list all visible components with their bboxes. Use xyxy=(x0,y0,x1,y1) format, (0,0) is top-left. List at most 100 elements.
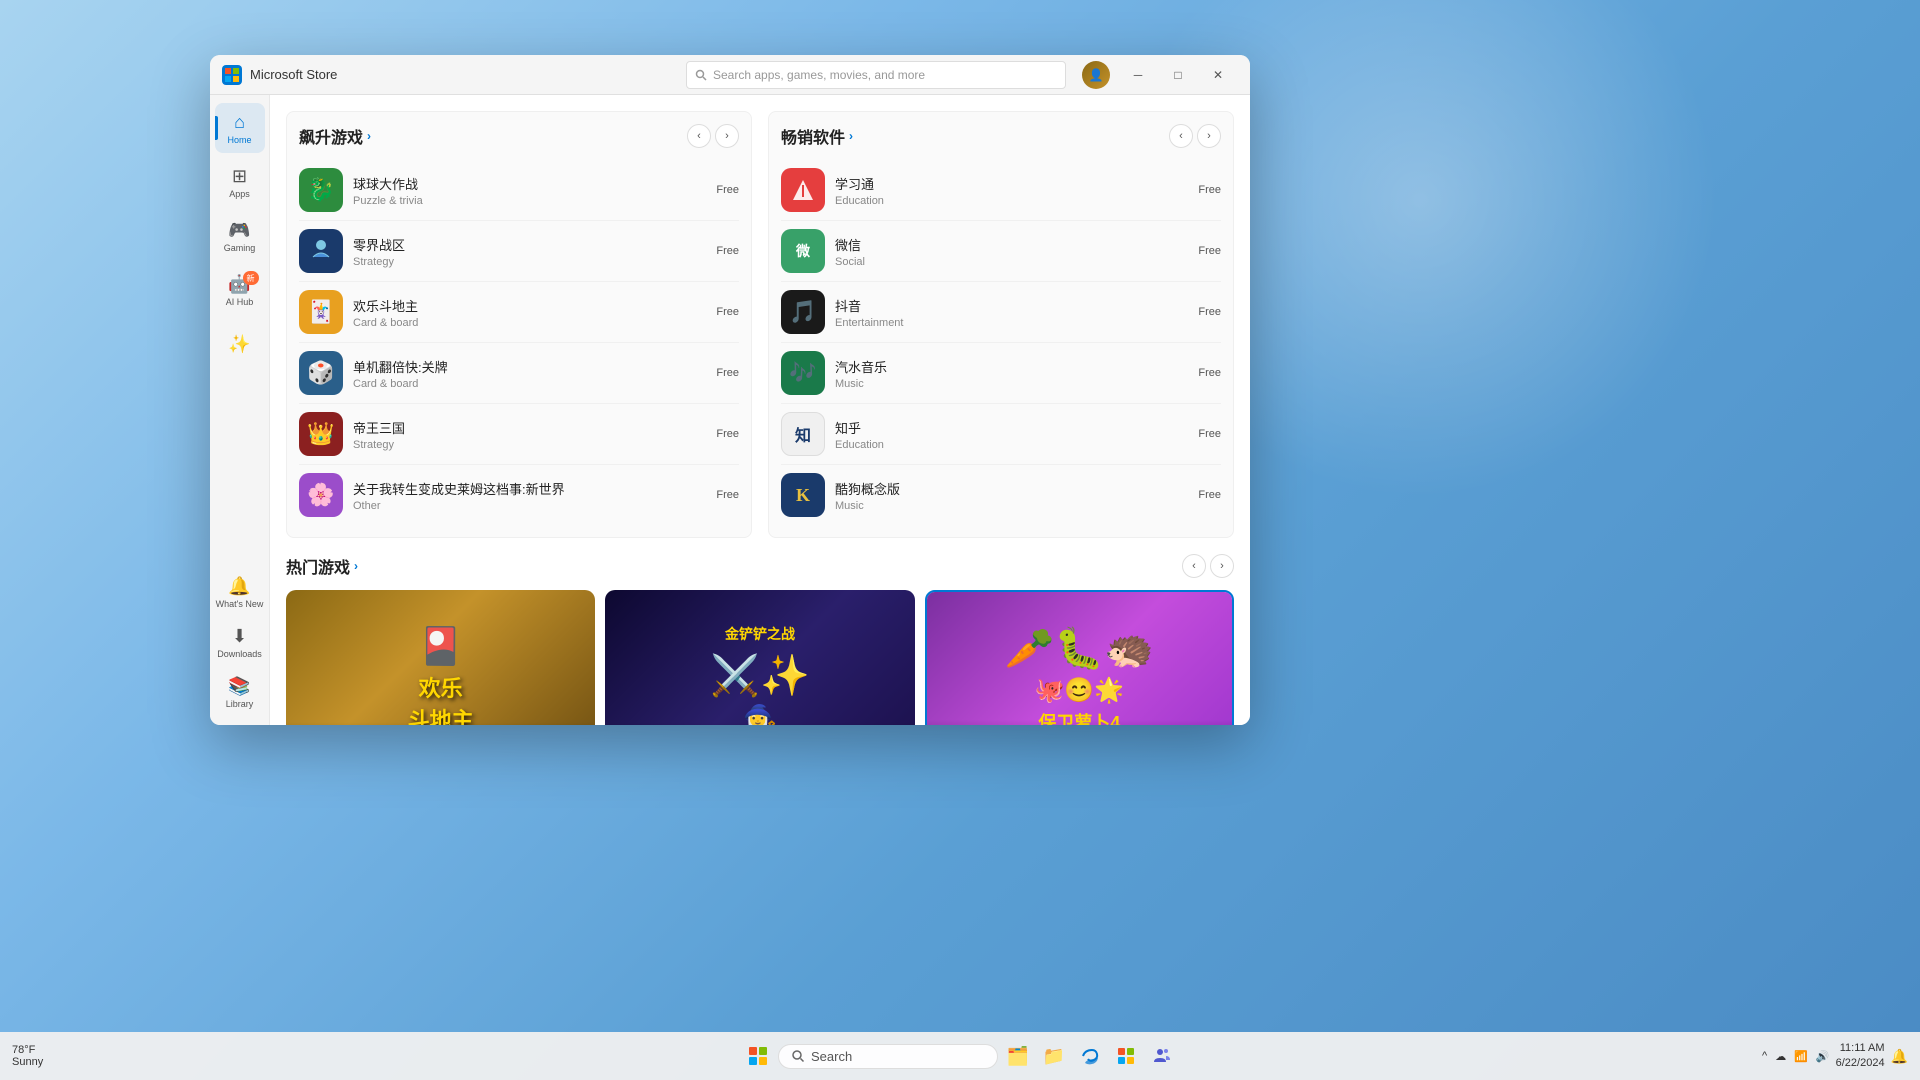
hot-games-next-button[interactable]: › xyxy=(1210,554,1234,578)
store-logo-icon xyxy=(222,65,242,85)
list-item[interactable]: 🎵 抖音 Entertainment Free xyxy=(781,282,1221,343)
close-button[interactable]: ✕ xyxy=(1198,59,1238,91)
svg-text:微: 微 xyxy=(795,243,811,259)
trending-section: 飙升游戏 › ‹ › 🐉 球球大作战 Puzzle & triv xyxy=(286,111,752,538)
list-item[interactable]: 学习通 Education Free xyxy=(781,160,1221,221)
game-card-info: 🥕 保卫萝卜4 Strategy Free xyxy=(927,720,1232,725)
sidebar-item-copilot[interactable]: ✨ xyxy=(215,319,265,369)
start-button[interactable] xyxy=(742,1040,774,1072)
list-item[interactable]: 零界战区 Strategy Free xyxy=(299,221,739,282)
list-item[interactable]: 微 微信 Social Free xyxy=(781,221,1221,282)
clock-date: 6/22/2024 xyxy=(1836,1056,1885,1071)
list-item[interactable]: 🎶 汽水音乐 Music Free xyxy=(781,343,1221,404)
notification-icon[interactable]: 🔔 xyxy=(1891,1048,1908,1065)
app-category: Strategy xyxy=(353,439,706,451)
weather-info: 78°F Sunny xyxy=(12,1044,43,1068)
game-card-1[interactable]: 🎴 欢乐斗地主 🃏 欢乐斗地主 Card & board Free xyxy=(286,590,595,725)
sidebar-aihub-label: AI Hub xyxy=(226,297,254,307)
hot-games-prev-button[interactable]: ‹ xyxy=(1182,554,1206,578)
app-category: Education xyxy=(835,195,1188,207)
minimize-button[interactable]: ─ xyxy=(1118,59,1158,91)
app-icon: 🎶 xyxy=(781,351,825,395)
app-info: 学习通 Education xyxy=(835,174,1188,207)
hot-games-title[interactable]: 热门游戏 › xyxy=(286,554,358,578)
game-card-2[interactable]: 金铲铲之战 ⚔️✨ 🧙‍♀️ ⚔ 金铲铲之战 Strategy Free xyxy=(605,590,914,725)
app-category: Other xyxy=(353,500,706,512)
volume-icon[interactable]: 🔊 xyxy=(1816,1050,1830,1063)
window-title: Microsoft Store xyxy=(250,67,678,82)
app-info: 零界战区 Strategy xyxy=(353,235,706,268)
expand-tray-icon[interactable]: ^ xyxy=(1762,1050,1767,1062)
bestseller-prev-button[interactable]: ‹ xyxy=(1169,124,1193,148)
trending-next-button[interactable]: › xyxy=(715,124,739,148)
taskbar-search-label: Search xyxy=(811,1049,852,1064)
weather-desc: Sunny xyxy=(12,1056,43,1068)
system-tray: ^ ☁ 📶 🔊 xyxy=(1762,1050,1830,1063)
sidebar-item-aihub[interactable]: 新 🤖 AI Hub xyxy=(215,265,265,315)
app-category: Puzzle & trivia xyxy=(353,195,706,207)
game-card-info: ⚔ 金铲铲之战 Strategy Free xyxy=(605,722,914,725)
app-info: 知乎 Education xyxy=(835,418,1188,451)
hot-games-grid: 🎴 欢乐斗地主 🃏 欢乐斗地主 Card & board Free xyxy=(286,590,1234,725)
search-bar[interactable]: Search apps, games, movies, and more xyxy=(686,61,1066,89)
apps-icon: ⊞ xyxy=(232,166,247,187)
trending-title[interactable]: 飙升游戏 › xyxy=(299,124,371,148)
search-placeholder: Search apps, games, movies, and more xyxy=(713,68,925,82)
game-card-3[interactable]: 🥕🐛🦔 🐙😊🌟 保卫萝卜4 🥕 保卫萝卜4 Strategy xyxy=(925,590,1234,725)
sidebar-item-apps[interactable]: ⊞ Apps xyxy=(215,157,265,207)
clock[interactable]: 11:11 AM 6/22/2024 xyxy=(1836,1041,1885,1072)
list-item[interactable]: K 酷狗概念版 Music Free xyxy=(781,465,1221,525)
sidebar-gaming-label: Gaming xyxy=(224,243,256,253)
app-info: 汽水音乐 Music xyxy=(835,357,1188,390)
app-name: 帝王三国 xyxy=(353,418,706,437)
window-body: ⌂ Home ⊞ Apps 🎮 Gaming 新 🤖 AI Hub ✨ xyxy=(210,95,1250,725)
taskbar-search-bar[interactable]: Search xyxy=(778,1044,998,1069)
app-category: Music xyxy=(835,500,1188,512)
app-category: Social xyxy=(835,256,1188,268)
trending-prev-button[interactable]: ‹ xyxy=(687,124,711,148)
taskbar-icon-edge[interactable] xyxy=(1074,1040,1106,1072)
list-item[interactable]: 🃏 欢乐斗地主 Card & board Free xyxy=(299,282,739,343)
taskbar-icon-explorer[interactable]: 📁 xyxy=(1038,1040,1070,1072)
sidebar-whatsnew-label: What's New xyxy=(216,599,264,609)
bestseller-title[interactable]: 畅销软件 › xyxy=(781,124,853,148)
sidebar-home-label: Home xyxy=(227,135,251,145)
app-icon: 🎲 xyxy=(299,351,343,395)
list-item[interactable]: 🎲 单机翻倍快:关牌 Card & board Free xyxy=(299,343,739,404)
app-category: Music xyxy=(835,378,1188,390)
taskbar-icon-store[interactable] xyxy=(1110,1040,1142,1072)
list-item[interactable]: 👑 帝王三国 Strategy Free xyxy=(299,404,739,465)
list-item[interactable]: 🐉 球球大作战 Puzzle & trivia Free xyxy=(299,160,739,221)
app-icon: 🃏 xyxy=(299,290,343,334)
weather-temp: 78°F xyxy=(12,1044,35,1056)
app-icon xyxy=(781,168,825,212)
taskbar-left: 78°F Sunny xyxy=(12,1044,51,1068)
app-info: 球球大作战 Puzzle & trivia xyxy=(353,174,706,207)
bestseller-section: 畅销软件 › ‹ › xyxy=(768,111,1234,538)
sidebar-item-gaming[interactable]: 🎮 Gaming xyxy=(215,211,265,261)
sidebar-downloads-label: Downloads xyxy=(217,649,262,659)
sidebar-library-label: Library xyxy=(226,699,254,709)
app-name: 关于我转生变成史莱姆这档事:新世界 xyxy=(353,479,706,498)
sidebar-item-whatsnew[interactable]: 🔔 What's New xyxy=(215,567,265,617)
app-name: 学习通 xyxy=(835,174,1188,193)
app-price: Free xyxy=(716,489,739,501)
maximize-button[interactable]: □ xyxy=(1158,59,1198,91)
taskbar-icon-files[interactable]: 🗂️ xyxy=(1002,1040,1034,1072)
sidebar-apps-label: Apps xyxy=(229,189,250,199)
bestseller-next-button[interactable]: › xyxy=(1197,124,1221,148)
sidebar-item-downloads[interactable]: ⬇ Downloads xyxy=(215,617,265,667)
app-name: 零界战区 xyxy=(353,235,706,254)
bestseller-arrow-icon: › xyxy=(849,129,853,143)
taskbar-icon-teams[interactable] xyxy=(1146,1040,1178,1072)
list-item[interactable]: 🌸 关于我转生变成史莱姆这档事:新世界 Other Free xyxy=(299,465,739,525)
app-price: Free xyxy=(716,428,739,440)
hot-games-header: 热门游戏 › ‹ › xyxy=(286,554,1234,578)
titlebar: Microsoft Store Search apps, games, movi… xyxy=(210,55,1250,95)
app-icon: K xyxy=(781,473,825,517)
list-item[interactable]: 知 知乎 Education Free xyxy=(781,404,1221,465)
user-avatar[interactable]: 👤 xyxy=(1082,61,1110,89)
sidebar-item-home[interactable]: ⌂ Home xyxy=(215,103,265,153)
top-sections: 飙升游戏 › ‹ › 🐉 球球大作战 Puzzle & triv xyxy=(286,111,1234,538)
sidebar-item-library[interactable]: 📚 Library xyxy=(215,667,265,717)
